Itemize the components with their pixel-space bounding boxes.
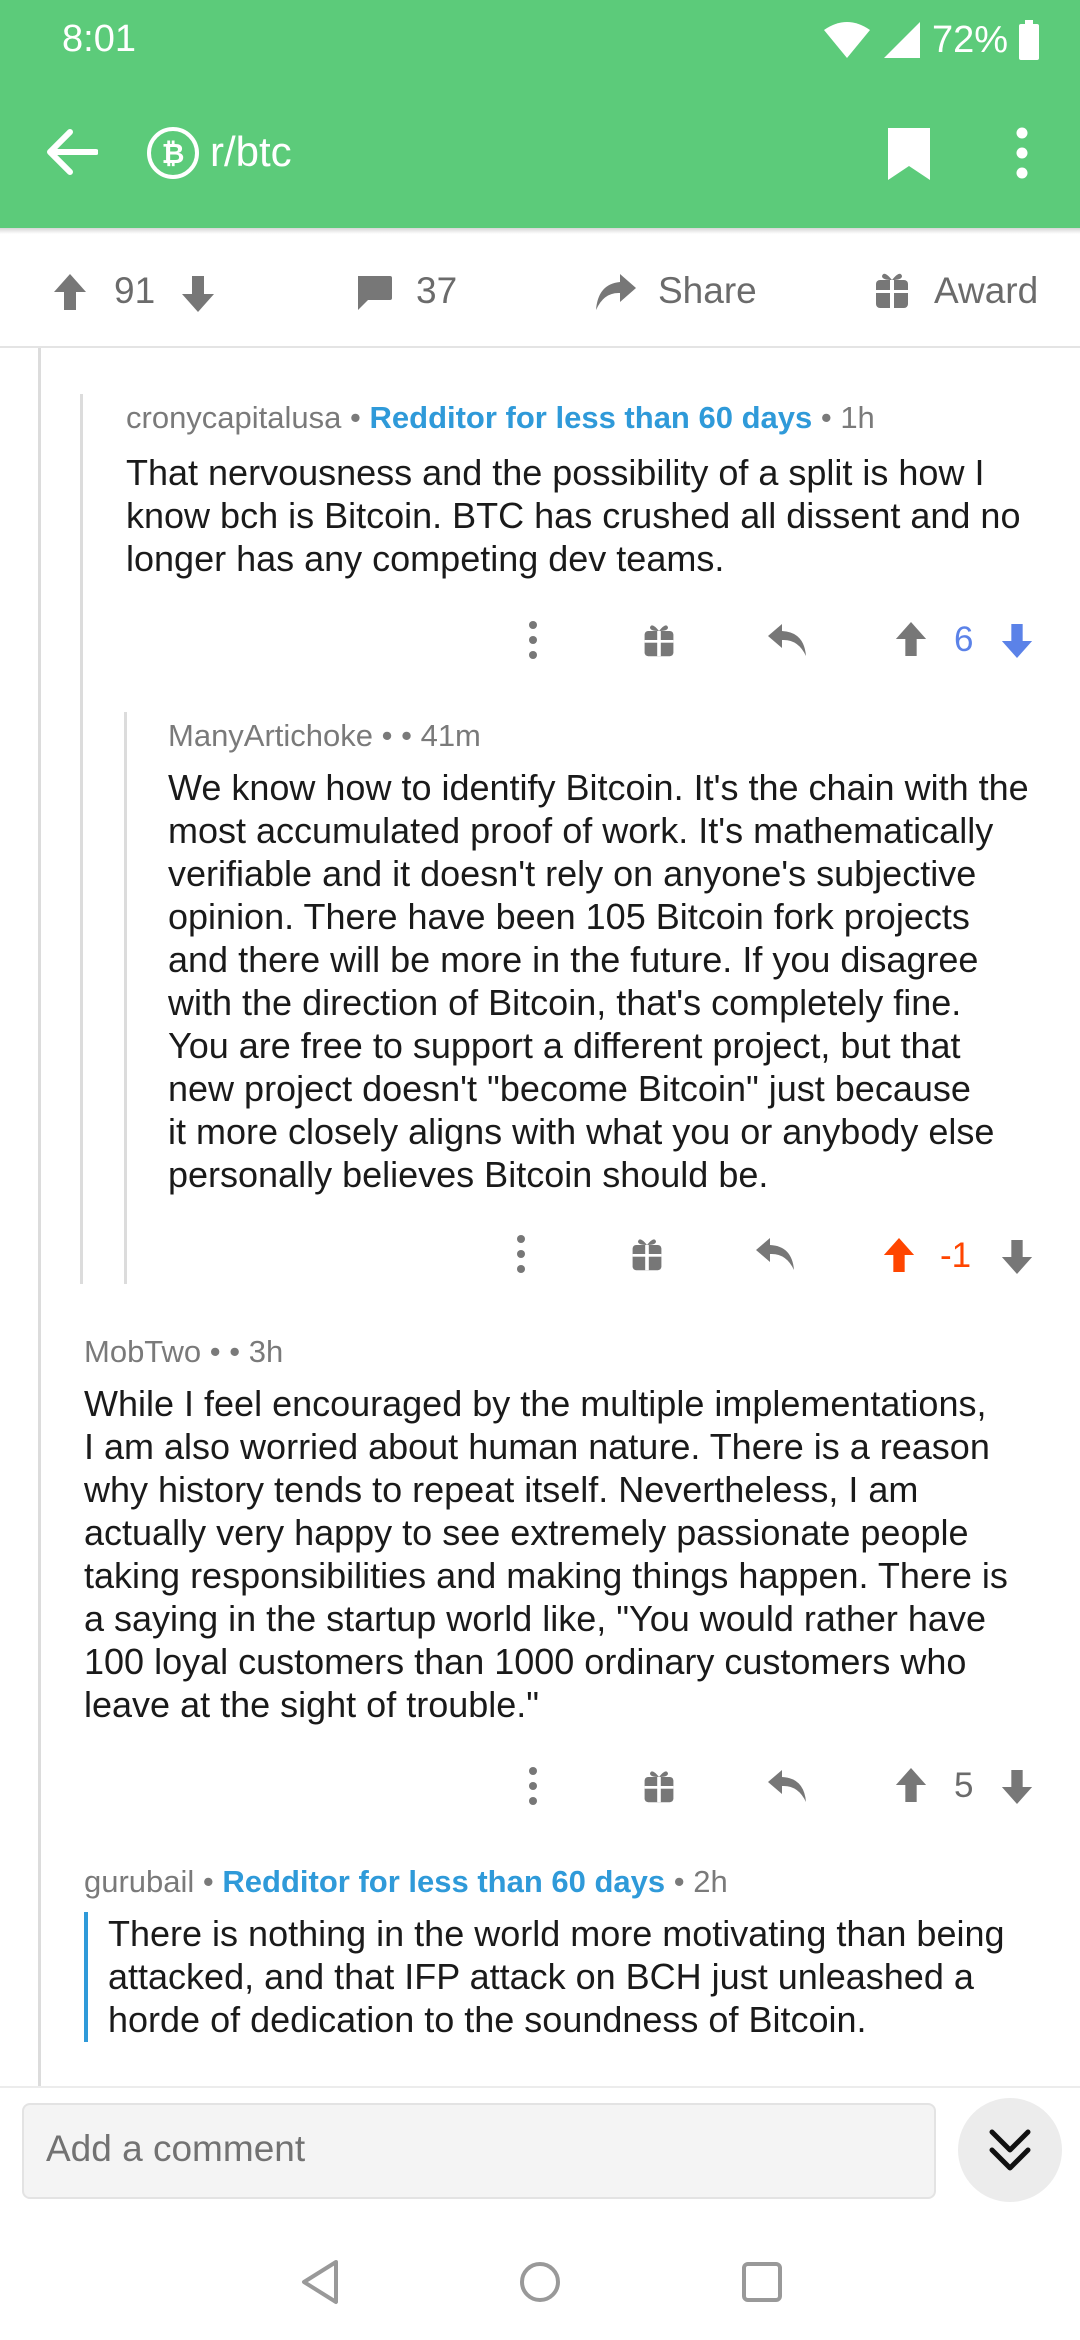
award-icon[interactable] [642, 622, 676, 658]
upvote-icon[interactable] [894, 1766, 928, 1804]
user-flair: Redditor for less than 60 days [369, 400, 813, 435]
nav-recents-icon[interactable] [740, 2260, 784, 2304]
back-arrow-icon[interactable] [46, 128, 98, 176]
comment-age: • 1h [812, 400, 875, 435]
downvote-icon[interactable] [1000, 1238, 1034, 1276]
comment-meta: cronycapitalusa • Redditor for less than… [126, 400, 875, 436]
comment-body: While I feel encouraged by the multiple … [84, 1383, 1008, 1725]
post-score: 91 [114, 270, 156, 311]
comment-age: • • 3h [201, 1334, 284, 1369]
app-header: 8:01 72% ₿ r/btc [0, 0, 1080, 228]
post-action-bar: 91 37 Share Award [0, 234, 1080, 348]
comment-score: 5 [954, 1766, 974, 1805]
signal-icon [883, 22, 920, 58]
thread-line-root [38, 348, 41, 2088]
system-nav-bar [0, 2228, 1080, 2340]
comment-author[interactable]: gurubail [84, 1864, 194, 1899]
comment-body: We know how to identify Bitcoin. It's th… [168, 767, 1029, 1195]
bitcoin-icon: ₿ [147, 127, 199, 179]
share-icon[interactable] [594, 270, 638, 314]
battery-percent: 72% [931, 18, 1008, 61]
comment-meta: MobTwo • • 3h [84, 1334, 283, 1370]
comment-score: -1 [940, 1236, 972, 1275]
award-icon[interactable] [874, 270, 910, 310]
award-icon[interactable] [630, 1236, 664, 1272]
user-flair: Redditor for less than 60 days [222, 1864, 666, 1899]
meta-separator: • [341, 400, 370, 435]
thread-line-level2 [124, 712, 127, 1284]
award-icon[interactable] [642, 1768, 676, 1804]
next-comment-button[interactable] [958, 2098, 1062, 2202]
more-vert-icon[interactable] [526, 620, 540, 660]
more-vert-icon[interactable] [514, 1234, 528, 1274]
comment-age: • 2h [665, 1864, 728, 1899]
comment-input[interactable] [44, 2127, 908, 2171]
reply-icon[interactable] [766, 1768, 808, 1804]
comment-score: 6 [954, 620, 974, 659]
award-button[interactable]: Award [934, 270, 1038, 312]
reply-icon[interactable] [754, 1236, 796, 1272]
quote-bar [84, 1912, 88, 2042]
comment-meta: ManyArtichoke • • 41m [168, 718, 481, 754]
comment-icon[interactable] [354, 274, 394, 312]
battery-icon [1019, 20, 1039, 60]
reply-icon[interactable] [766, 622, 808, 658]
upvote-icon[interactable] [882, 1236, 916, 1274]
chevrons-down-icon [989, 2129, 1031, 2171]
comment-author[interactable]: MobTwo [84, 1334, 201, 1369]
share-button[interactable]: Share [658, 270, 757, 312]
comment-body: There is nothing in the world more motiv… [108, 1913, 1005, 2040]
downvote-icon[interactable] [180, 274, 216, 314]
upvote-icon[interactable] [52, 272, 88, 312]
comment-age: • • 41m [373, 718, 481, 753]
comment-compose[interactable] [22, 2103, 936, 2199]
upvote-icon[interactable] [894, 620, 928, 658]
more-vert-icon[interactable] [526, 1766, 540, 1806]
more-vert-icon[interactable] [1010, 126, 1034, 180]
status-time: 8:01 [62, 18, 136, 60]
nav-back-icon[interactable] [298, 2258, 342, 2306]
svg-text:₿: ₿ [162, 137, 185, 170]
thread-line-level1 [80, 394, 83, 1284]
downvote-icon[interactable] [1000, 622, 1034, 660]
meta-separator: • [194, 1864, 223, 1899]
comment-meta: gurubail • Redditor for less than 60 day… [84, 1864, 728, 1900]
status-icons: 72% [822, 16, 1040, 64]
comment-author[interactable]: cronycapitalusa [126, 400, 341, 435]
wifi-icon [823, 22, 870, 58]
comment-count: 37 [416, 270, 458, 311]
bookmark-icon[interactable] [886, 126, 932, 182]
comment-body: That nervousness and the possibility of … [126, 452, 1021, 579]
nav-home-icon[interactable] [518, 2260, 562, 2304]
subreddit-title[interactable]: r/btc [210, 128, 292, 176]
comment-author[interactable]: ManyArtichoke [168, 718, 373, 753]
downvote-icon[interactable] [1000, 1768, 1034, 1806]
compose-divider [0, 2086, 1080, 2088]
